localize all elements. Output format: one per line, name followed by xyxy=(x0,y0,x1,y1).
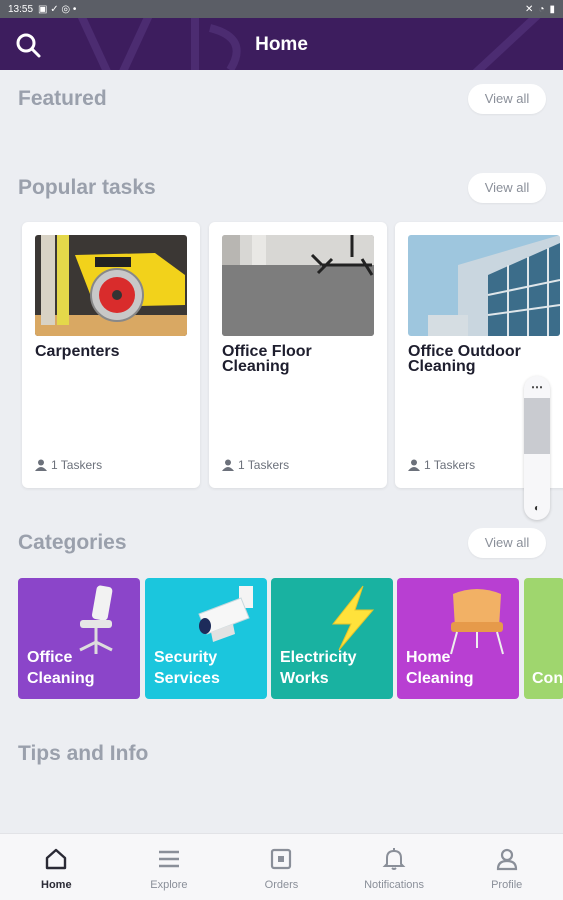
popular-tasks-title: Popular tasks xyxy=(18,176,156,199)
status-bar: 13:55 ▣ ✓ ◎ • ✕ ◔ ▮ xyxy=(0,0,563,18)
tips-title: Tips and Info xyxy=(18,742,149,765)
lightning-icon xyxy=(331,585,375,651)
category-construction[interactable]: Cons xyxy=(524,578,563,699)
notification-icons: ▣ ✓ ◎ • xyxy=(38,3,77,15)
categories-section-header: Categories View all xyxy=(18,527,546,559)
battery-icon: ▮ xyxy=(549,3,555,15)
bell-icon xyxy=(382,848,406,870)
featured-section-header: Featured View all xyxy=(18,83,546,115)
office-chair-icon xyxy=(79,585,113,654)
mute-icon: ✕ xyxy=(525,3,534,15)
nav-label: Profile xyxy=(491,879,523,891)
task-taskers: 1 Taskers xyxy=(35,458,102,472)
category-label: Home Cleaning xyxy=(406,649,474,687)
category-electricity-works[interactable]: Electricity Works xyxy=(271,578,393,699)
task-name: Office Floor Cleaning xyxy=(222,343,312,375)
nav-home[interactable]: Home xyxy=(0,834,113,900)
category-label: Office Cleaning xyxy=(27,649,95,687)
scroll-thumb[interactable] xyxy=(524,398,550,454)
nav-notifications[interactable]: Notifications xyxy=(338,834,451,900)
person-icon xyxy=(35,459,47,471)
featured-title: Featured xyxy=(18,87,107,110)
nav-label: Notifications xyxy=(364,879,425,891)
category-label: Security Services xyxy=(154,649,220,687)
bottom-navigation: Home Explore Orders Notifications Profil… xyxy=(0,833,563,900)
popular-section-header: Popular tasks View all xyxy=(18,172,546,204)
task-name: Office Outdoor Cleaning xyxy=(408,343,521,375)
person-icon xyxy=(222,459,234,471)
wifi-icon: ◔ xyxy=(538,3,545,15)
app-bar: Home xyxy=(0,18,563,70)
person-icon xyxy=(496,848,517,871)
nav-label: Orders xyxy=(264,879,299,891)
nav-explore[interactable]: Explore xyxy=(113,834,226,900)
categories-title: Categories xyxy=(18,531,127,554)
security-camera-icon xyxy=(198,586,253,642)
nav-orders[interactable]: Orders xyxy=(225,834,338,900)
task-name: Carpenters xyxy=(35,343,120,360)
taskers-count: 1 Taskers xyxy=(238,458,290,472)
task-taskers: 1 Taskers xyxy=(222,458,289,472)
nav-profile[interactable]: Profile xyxy=(450,834,563,900)
task-card-office-floor[interactable]: Office Floor Cleaning 1 Taskers xyxy=(209,222,387,488)
drag-handle-icon[interactable]: ◐ xyxy=(524,503,550,514)
tips-section-header: Tips and Info xyxy=(18,738,546,770)
armchair-icon xyxy=(450,589,504,655)
home-icon xyxy=(46,848,67,870)
person-icon xyxy=(408,459,420,471)
nav-label: Home xyxy=(41,879,72,891)
menu-icon xyxy=(158,850,179,868)
task-card-carpenters[interactable]: Carpenters 1 Taskers xyxy=(22,222,200,488)
category-label: Cons xyxy=(532,670,563,687)
taskers-count: 1 Taskers xyxy=(51,458,103,472)
task-image-building xyxy=(408,235,560,336)
featured-view-all-button[interactable]: View all xyxy=(468,84,546,114)
category-label: Electricity Works xyxy=(280,649,357,687)
task-taskers: 1 Taskers xyxy=(408,458,475,472)
more-icon[interactable]: ⋯ xyxy=(524,380,550,394)
taskers-count: 1 Taskers xyxy=(424,458,476,472)
categories-view-all-button[interactable]: View all xyxy=(468,528,546,558)
task-image-floor xyxy=(222,235,374,336)
page-title: Home xyxy=(255,34,308,55)
category-security-services[interactable]: Security Services xyxy=(145,578,267,699)
popular-view-all-button[interactable]: View all xyxy=(468,173,546,203)
status-time: 13:55 xyxy=(8,3,34,15)
category-office-cleaning[interactable]: Office Cleaning xyxy=(18,578,140,699)
nav-label: Explore xyxy=(150,879,188,891)
task-image-saw xyxy=(35,235,187,336)
orders-icon xyxy=(271,848,292,870)
floating-scroll-handle[interactable]: ⋯ ◐ xyxy=(524,376,550,520)
category-home-cleaning[interactable]: Home Cleaning xyxy=(397,578,519,699)
